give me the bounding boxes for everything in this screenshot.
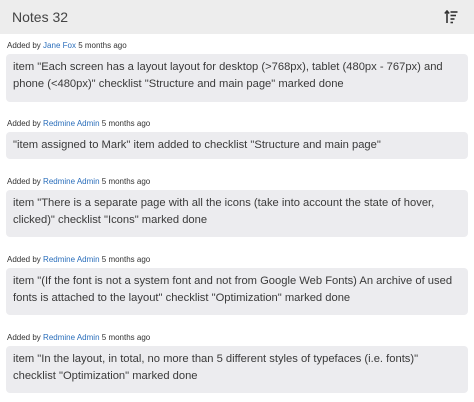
note-text: item "Each screen has a layout layout fo… (6, 54, 468, 102)
note-time: 5 months ago (101, 255, 151, 264)
note-author-link[interactable]: Redmine Admin (43, 119, 99, 128)
note-item: Added by Redmine Admin 5 months ago "ite… (0, 115, 474, 159)
note-author-link[interactable]: Redmine Admin (43, 255, 99, 264)
note-prefix: Added by (7, 41, 41, 50)
note-meta: Added by Jane Fox 5 months ago (6, 37, 468, 54)
note-item: Added by Redmine Admin 5 months ago item… (0, 329, 474, 393)
note-meta: Added by Redmine Admin 5 months ago (6, 329, 468, 346)
note-meta: Added by Redmine Admin 5 months ago (6, 251, 468, 268)
note-author-link[interactable]: Redmine Admin (43, 333, 99, 342)
note-text: "item assigned to Mark" item added to ch… (6, 132, 468, 159)
note-text: item "There is a separate page with all … (6, 190, 468, 237)
note-time: 5 months ago (78, 41, 127, 50)
note-prefix: Added by (7, 177, 41, 186)
note-time: 5 months ago (101, 177, 151, 186)
notes-feed: Added by Jane Fox 5 months ago item "Eac… (0, 34, 474, 393)
notes-header: Notes 32 (0, 0, 474, 34)
notes-panel: Notes 32 Added by Jane Fox 5 months ago … (0, 0, 474, 402)
note-author-link[interactable]: Redmine Admin (43, 177, 99, 186)
note-meta: Added by Redmine Admin 5 months ago (6, 115, 468, 132)
note-item: Added by Jane Fox 5 months ago item "Eac… (0, 37, 474, 102)
note-item: Added by Redmine Admin 5 months ago item… (0, 173, 474, 237)
note-prefix: Added by (7, 119, 41, 128)
sort-descending-icon[interactable] (442, 8, 460, 26)
note-author-link[interactable]: Jane Fox (43, 41, 76, 50)
note-item: Added by Redmine Admin 5 months ago item… (0, 251, 474, 315)
note-time: 5 months ago (101, 119, 151, 128)
note-text: item "In the layout, in total, no more t… (6, 346, 468, 393)
notes-title: Notes 32 (12, 9, 69, 25)
note-time: 5 months ago (101, 333, 151, 342)
note-prefix: Added by (7, 255, 41, 264)
note-meta: Added by Redmine Admin 5 months ago (6, 173, 468, 190)
note-text: item "(If the font is not a system font … (6, 268, 468, 315)
note-prefix: Added by (7, 333, 41, 342)
